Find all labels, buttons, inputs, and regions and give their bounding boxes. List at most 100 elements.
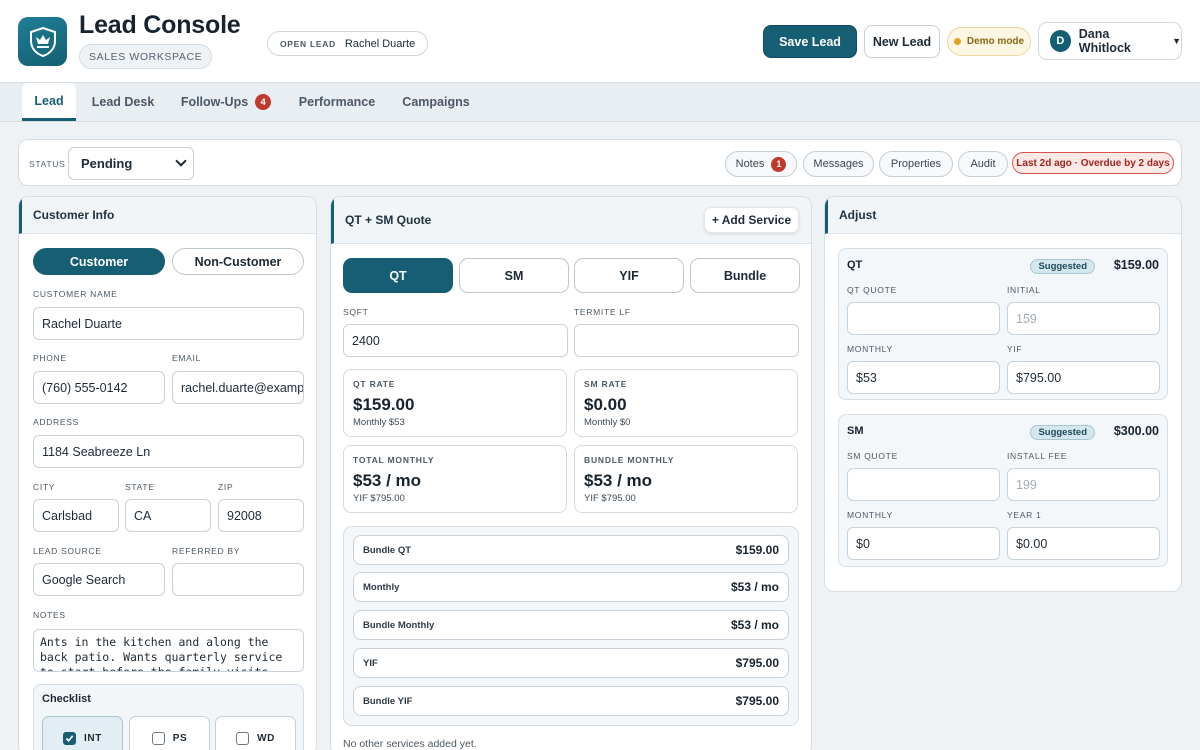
address-input[interactable]: 1184 Seabreeze Ln: [33, 435, 304, 468]
yif-label: YIF: [1007, 344, 1023, 354]
notes-count-badge: 1: [771, 156, 787, 172]
properties-chip[interactable]: Properties: [879, 151, 953, 177]
open-lead-pill: OPEN LEAD Rachel Duarte: [267, 31, 429, 56]
card-sub: YIF $795.00: [353, 493, 405, 504]
install-fee-label: INSTALL FEE: [1007, 451, 1068, 461]
card-value: $53 / mo: [353, 471, 422, 490]
summary-row: Bundle Monthly $53 / mo: [353, 610, 789, 640]
zip-input[interactable]: 92008: [218, 499, 304, 532]
user-menu[interactable]: D Dana Whitlock ▼: [1038, 22, 1182, 60]
checklist-wd[interactable]: WD: [215, 716, 296, 750]
city-label: CITY: [33, 482, 56, 492]
checklist-title: Checklist: [42, 693, 91, 705]
summary-row: Bundle QT $159.00: [353, 535, 789, 565]
email-label: EMAIL: [172, 353, 202, 363]
tab-lead-desk[interactable]: Lead Desk: [86, 83, 160, 121]
customer-name-input[interactable]: Rachel Duarte: [33, 307, 304, 340]
app-logo: [18, 17, 67, 66]
service-tab-yif[interactable]: YIF: [574, 258, 684, 293]
state-input[interactable]: CA: [125, 499, 211, 532]
new-lead-button[interactable]: New Lead: [864, 25, 940, 58]
summary-label: YIF: [363, 657, 378, 669]
lead-source-label: LEAD SOURCE: [33, 546, 102, 556]
tab-follow-ups[interactable]: Follow-Ups 4: [176, 83, 276, 121]
yif-input[interactable]: $795.00: [1007, 361, 1160, 394]
year-1-input[interactable]: $0.00: [1007, 527, 1160, 560]
notes-label: NOTES: [33, 610, 66, 620]
demo-dot-icon: [953, 38, 961, 45]
summary-label: Bundle Monthly: [363, 619, 435, 631]
status-label: STATUS: [29, 159, 66, 169]
checkbox-checked-icon: [63, 731, 77, 745]
phone-label: PHONE: [33, 353, 67, 363]
sqft-label: SQFT: [343, 307, 369, 317]
lead-source-input[interactable]: Google Search: [33, 563, 165, 596]
email-input[interactable]: rachel.duarte@example: [172, 371, 304, 404]
checklist-int[interactable]: INT: [42, 716, 123, 750]
customer-info-panel: Customer Info Customer Non-Customer CUST…: [18, 196, 317, 750]
audit-chip[interactable]: Audit: [958, 151, 1008, 177]
save-lead-button[interactable]: Save Lead: [763, 25, 857, 58]
messages-chip[interactable]: Messages: [803, 151, 874, 177]
card-value: $159.00: [353, 395, 415, 414]
adjust-qt-card: QT Suggested $159.00 QT QUOTE INITIAL 15…: [838, 248, 1168, 400]
qt-rate-card: QT RATE $159.00 Monthly $53: [343, 369, 567, 437]
notes-textarea[interactable]: Ants in the kitchen and along the back p…: [33, 629, 304, 672]
add-service-button[interactable]: + Add Service: [704, 207, 799, 233]
checklist-ps[interactable]: PS: [129, 716, 210, 750]
card-label: BUNDLE MONTHLY: [584, 455, 675, 465]
adjust-sm-card: SM Suggested $300.00 SM QUOTE INSTALL FE…: [838, 414, 1168, 567]
card-label: TOTAL MONTHLY: [353, 455, 435, 465]
notes-chip[interactable]: Notes 1: [725, 151, 797, 177]
initial-input[interactable]: 159: [1007, 302, 1160, 335]
checkbox-icon: [236, 731, 250, 745]
card-sub: Monthly $53: [353, 417, 405, 428]
tab-lead[interactable]: Lead: [22, 83, 76, 121]
summary-row: Bundle YIF $795.00: [353, 686, 789, 716]
panel-title: Customer Info: [19, 197, 316, 234]
card-sub: Monthly $0: [584, 417, 631, 428]
quote-summary: Bundle QT $159.00 Monthly $53 / mo Bundle …: [343, 526, 799, 726]
monthly-label: MONTHLY: [847, 344, 893, 354]
overdue-badge: Last 2d ago · Overdue by 2 days: [1012, 152, 1174, 174]
caret-down-icon: ▼: [1172, 36, 1181, 46]
sqft-input[interactable]: 2400: [343, 324, 568, 357]
qt-monthly-input[interactable]: $53: [847, 361, 1000, 394]
no-services-text: No other services added yet.: [343, 738, 477, 750]
total-monthly-card: TOTAL MONTHLY $53 / mo YIF $795.00: [343, 445, 567, 513]
install-fee-input[interactable]: 199: [1007, 468, 1160, 501]
panel-title: Adjust: [825, 197, 1181, 234]
sm-monthly-input[interactable]: $0: [847, 527, 1000, 560]
adjust-sm-title: SM: [847, 425, 864, 437]
card-sub: YIF $795.00: [584, 493, 636, 504]
tab-campaigns[interactable]: Campaigns: [396, 83, 476, 121]
service-tab-sm[interactable]: SM: [459, 258, 569, 293]
address-label: ADDRESS: [33, 417, 79, 427]
customer-toggle[interactable]: Customer: [33, 248, 165, 275]
termite-lf-input[interactable]: [574, 324, 799, 357]
status-select[interactable]: Pending: [68, 147, 194, 180]
phone-input[interactable]: (760) 555-0142: [33, 371, 165, 404]
checklist-section: Checklist INT PS WD: [33, 684, 304, 750]
suggested-value: $300.00: [1113, 424, 1159, 438]
referred-by-input[interactable]: [172, 563, 304, 596]
checklist-label: PS: [172, 732, 188, 744]
initial-label: INITIAL: [1007, 285, 1041, 295]
non-customer-toggle[interactable]: Non-Customer: [172, 248, 304, 275]
app-title: Lead Console: [79, 11, 241, 39]
tab-performance[interactable]: Performance: [292, 83, 382, 121]
quote-title: QT + SM Quote: [345, 213, 432, 227]
demo-mode-label: Demo mode: [966, 36, 1025, 47]
suggested-value: $159.00: [1113, 258, 1159, 272]
card-label: QT RATE: [353, 379, 396, 389]
service-tab-qt[interactable]: QT: [343, 258, 453, 293]
qt-quote-input[interactable]: [847, 302, 1000, 335]
tab-label: Lead: [34, 93, 64, 108]
summary-label: Bundle QT: [363, 544, 412, 556]
chip-label: Properties: [890, 158, 942, 170]
city-input[interactable]: Carlsbad: [33, 499, 119, 532]
sm-quote-input[interactable]: [847, 468, 1000, 501]
workspace-badge: SALES WORKSPACE: [79, 44, 213, 69]
qt-quote-label: QT QUOTE: [847, 285, 897, 295]
service-tab-bundle[interactable]: Bundle: [690, 258, 800, 293]
